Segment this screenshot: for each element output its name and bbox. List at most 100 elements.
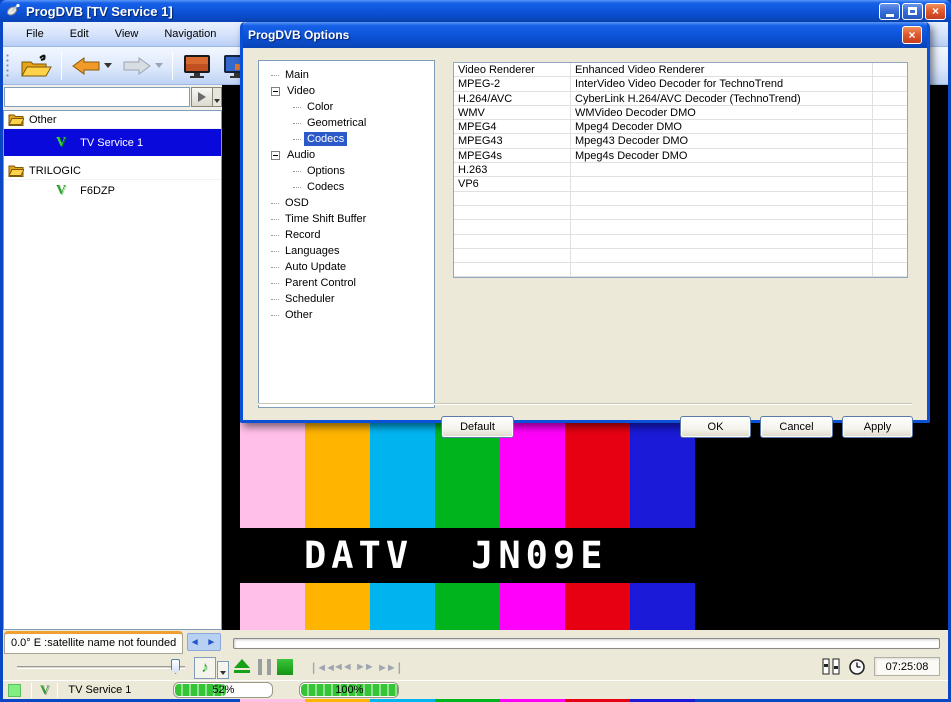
options-dialog: ProgDVB Options × MainVideoColorGeometri… — [240, 22, 930, 423]
codec-row[interactable] — [454, 206, 907, 220]
tree-item-codecs[interactable]: Codecs — [259, 131, 434, 147]
codec-decoder: CyberLink H.264/AVC Decoder (TechnoTrend… — [571, 92, 873, 105]
equalizer-icon[interactable] — [821, 658, 841, 675]
forward-button[interactable] — [117, 50, 168, 82]
codec-row[interactable] — [454, 235, 907, 249]
options-tree: MainVideoColorGeometricalCodecsAudioOpti… — [258, 60, 435, 408]
progdvb-v-icon: V — [40, 682, 49, 698]
tree-item-other[interactable]: Other — [259, 307, 434, 323]
codec-row[interactable]: VP6 — [454, 177, 907, 191]
collapse-icon[interactable] — [271, 87, 280, 96]
menu-edit[interactable]: Edit — [57, 24, 102, 44]
tree-item-time-shift-buffer[interactable]: Time Shift Buffer — [259, 211, 434, 227]
codec-type: H.264/AVC — [454, 92, 571, 105]
clock-time: 07:25:08 — [874, 657, 940, 676]
status-channel-name: TV Service 1 — [68, 684, 173, 696]
menu-file[interactable]: File — [13, 24, 57, 44]
codec-type: VP6 — [454, 177, 571, 190]
codec-row[interactable]: MPEG-2InterVideo Video Decoder for Techn… — [454, 77, 907, 91]
close-button[interactable]: × — [925, 3, 946, 20]
codec-row[interactable] — [454, 249, 907, 263]
codec-row[interactable]: WMVWMVideo Decoder DMO — [454, 106, 907, 120]
codec-row[interactable]: Video RendererEnhanced Video Renderer — [454, 63, 907, 77]
codec-type — [454, 192, 571, 205]
tree-item-record[interactable]: Record — [259, 227, 434, 243]
channel-folder-other[interactable]: Other — [4, 111, 221, 129]
video-overlay-text-band: DATV JN09E — [232, 528, 702, 583]
overlay-text-locator: JN09E — [471, 534, 607, 577]
audio-track-button[interactable]: ♪ — [194, 657, 216, 679]
codecs-table[interactable]: Video RendererEnhanced Video RendererMPE… — [453, 62, 908, 278]
folder-icon — [8, 164, 24, 177]
codec-row[interactable]: H.264/AVCCyberLink H.264/AVC Decoder (Te… — [454, 92, 907, 106]
signal-quality-label: 100% — [300, 683, 398, 698]
dialog-close-button[interactable]: × — [902, 26, 922, 44]
default-button[interactable]: Default — [441, 416, 514, 438]
ok-button[interactable]: OK — [680, 416, 751, 438]
volume-slider-thumb[interactable] — [171, 659, 180, 674]
back-button[interactable] — [66, 50, 117, 82]
tree-item-options[interactable]: Options — [259, 163, 434, 179]
tree-item-audio[interactable]: Audio — [259, 147, 434, 163]
menu-navigation[interactable]: Navigation — [151, 24, 229, 44]
maximize-button[interactable] — [902, 3, 923, 20]
cancel-button[interactable]: Cancel — [760, 416, 833, 438]
satellite-tab-row: 0.0° E :satellite name not founded ◄ ► — [3, 630, 222, 655]
eject-button[interactable] — [234, 659, 252, 675]
window-title: ProgDVB [TV Service 1] — [26, 4, 877, 19]
channel-item-tv-service-1[interactable]: VTV Service 1 — [4, 129, 221, 156]
toolbar-grip[interactable] — [6, 53, 9, 79]
menu-view[interactable]: View — [102, 24, 152, 44]
search-go-button[interactable] — [191, 87, 213, 107]
apply-button[interactable]: Apply — [842, 416, 913, 438]
tree-item-scheduler[interactable]: Scheduler — [259, 291, 434, 307]
right-controls: 07:25:08 — [821, 657, 940, 676]
tree-item-main[interactable]: Main — [259, 67, 434, 83]
tree-connector — [271, 235, 279, 236]
codec-row[interactable] — [454, 263, 907, 277]
tree-item-codecs[interactable]: Codecs — [259, 179, 434, 195]
tree-connector — [293, 123, 301, 124]
channel-list: OtherVTV Service 1 TRILOGICVF6DZP — [3, 110, 222, 630]
pause-button[interactable] — [258, 659, 271, 675]
codec-row[interactable] — [454, 192, 907, 206]
stop-button[interactable] — [277, 659, 293, 675]
rewind-button[interactable]: ◄◄ — [333, 661, 351, 673]
dialog-body: MainVideoColorGeometricalCodecsAudioOpti… — [243, 48, 927, 420]
tree-item-osd[interactable]: OSD — [259, 195, 434, 211]
channel-item-f6dzp[interactable]: VF6DZP — [4, 180, 221, 202]
volume-slider-track[interactable] — [17, 666, 185, 669]
back-dropdown-icon[interactable] — [104, 63, 112, 68]
tree-item-color[interactable]: Color — [259, 99, 434, 115]
codec-row[interactable]: MPEG43Mpeg43 Decoder DMO — [454, 134, 907, 148]
seek-bar[interactable] — [233, 638, 940, 649]
tree-item-parent-control[interactable]: Parent Control — [259, 275, 434, 291]
audio-track-dropdown[interactable] — [217, 661, 229, 679]
satellite-tab[interactable]: 0.0° E :satellite name not founded — [4, 631, 183, 654]
forward-dropdown-icon[interactable] — [155, 63, 163, 68]
codec-row[interactable]: MPEG4sMpeg4s Decoder DMO — [454, 149, 907, 163]
codec-decoder — [571, 263, 873, 276]
folder-icon — [8, 113, 24, 126]
minimize-button[interactable] — [879, 3, 900, 20]
tree-item-languages[interactable]: Languages — [259, 243, 434, 259]
search-dropdown-button[interactable] — [213, 87, 222, 107]
video-window-button[interactable] — [177, 50, 217, 82]
open-folder-icon — [18, 52, 52, 80]
codec-row[interactable] — [454, 220, 907, 234]
open-channel-list-button[interactable] — [13, 50, 57, 82]
channel-search-input[interactable] — [4, 87, 190, 107]
collapse-icon[interactable] — [271, 151, 280, 160]
clock-icon[interactable] — [848, 658, 866, 676]
codec-row[interactable]: H.263 — [454, 163, 907, 177]
skip-end-button[interactable]: ►►❘ — [377, 661, 402, 674]
channel-folder-trilogic[interactable]: TRILOGIC — [4, 162, 221, 180]
codec-row[interactable]: MPEG4Mpeg4 Decoder DMO — [454, 120, 907, 134]
tree-item-auto-update[interactable]: Auto Update — [259, 259, 434, 275]
tree-item-geometrical[interactable]: Geometrical — [259, 115, 434, 131]
tab-scroll-arrows[interactable]: ◄ ► — [187, 633, 221, 651]
skip-start-button[interactable]: ❘◄◄ — [309, 661, 334, 674]
tree-item-video[interactable]: Video — [259, 83, 434, 99]
status-bar: V TV Service 1 52% 100% — [3, 680, 948, 699]
fast-forward-button[interactable]: ►► — [355, 661, 373, 673]
